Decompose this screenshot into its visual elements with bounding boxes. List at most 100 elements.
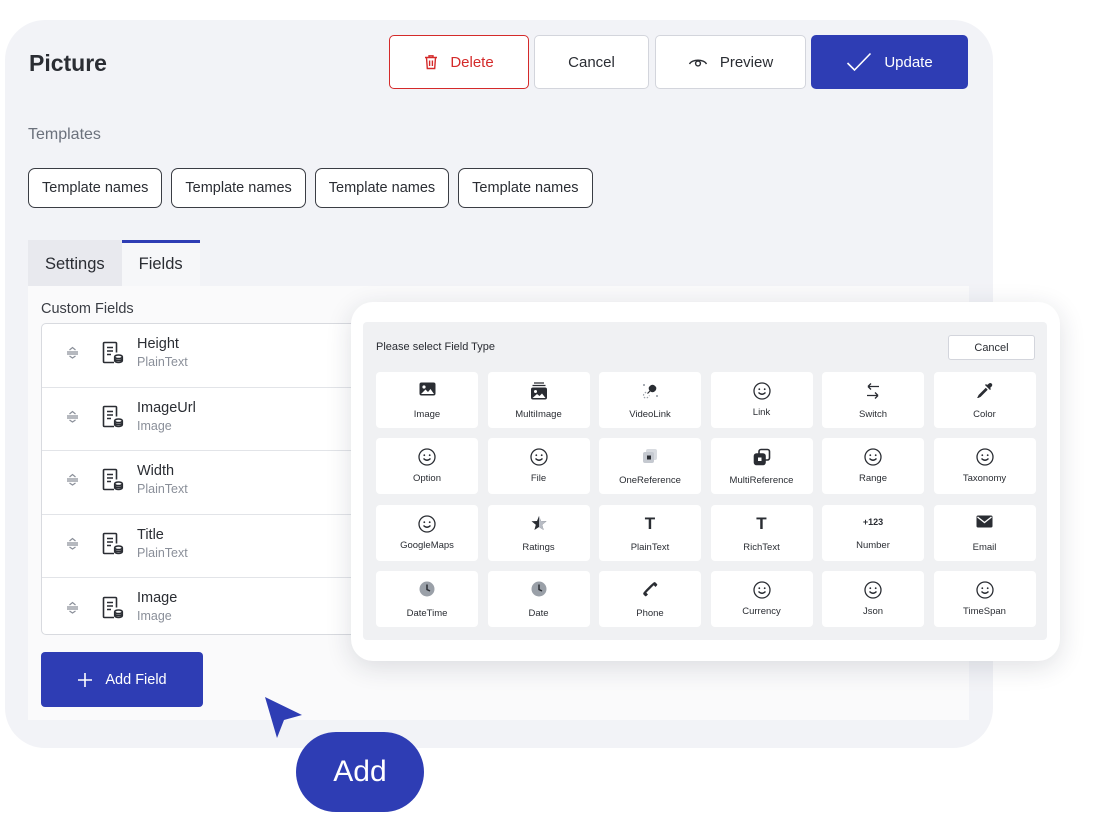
field-type-label: OneReference [619, 475, 681, 486]
field-type-label: Image [413, 409, 441, 420]
field-type-timespan[interactable]: TimeSpan [933, 571, 1036, 627]
smiley-icon [934, 448, 1036, 466]
document-database-icon [100, 404, 124, 433]
add-field-button[interactable]: Add Field [41, 652, 203, 707]
custom-field-list: Height PlainText ImageUrl Image Width PlainTe… [41, 323, 371, 635]
field-row[interactable]: Title PlainText [42, 515, 370, 578]
field-row[interactable]: ImageUrl Image [42, 388, 370, 451]
field-type-richtext[interactable]: T RichText [710, 505, 813, 561]
delete-button[interactable]: Delete [389, 35, 529, 89]
star-icon [488, 515, 590, 531]
templates-label: Templates [28, 126, 101, 143]
field-type: Image [137, 609, 172, 623]
template-chip[interactable]: Template names [171, 168, 306, 208]
field-row[interactable]: Image Image [42, 578, 370, 634]
field-type-label: GoogleMaps [400, 540, 454, 551]
add-callout-badge: Add [296, 732, 424, 812]
field-type-email[interactable]: Email [933, 505, 1036, 561]
dialog-title: Please select Field Type [376, 341, 496, 353]
field-type-date[interactable]: Date [487, 571, 590, 627]
field-type-switch[interactable]: Switch [822, 372, 924, 428]
drag-handle-icon[interactable] [66, 537, 79, 555]
dialog-cancel-button[interactable]: Cancel [948, 335, 1035, 360]
smiley-icon [711, 382, 813, 400]
field-type-taxonomy[interactable]: Taxonomy [933, 438, 1036, 494]
phone-icon [599, 581, 701, 597]
one-reference-icon [599, 448, 701, 464]
page-title: Picture [29, 50, 107, 76]
field-type-label: Number [856, 540, 890, 551]
custom-fields-label: Custom Fields [41, 301, 134, 317]
field-type-onereference[interactable]: OneReference [599, 438, 701, 494]
smiley-icon [376, 448, 478, 466]
field-type-datetime[interactable]: DateTime [376, 571, 478, 627]
multi-reference-icon [711, 448, 813, 466]
clock-icon [488, 581, 590, 597]
field-type-currency[interactable]: Currency [710, 571, 813, 627]
template-chip[interactable]: Template names [458, 168, 593, 208]
field-row[interactable]: Height PlainText [42, 324, 370, 388]
field-type-label: MultiImage [515, 409, 562, 420]
field-type-file[interactable]: File [487, 438, 590, 494]
drag-handle-icon[interactable] [66, 410, 79, 428]
field-type-dialog-body: Please select Field Type Cancel Image Mul… [363, 322, 1047, 640]
envelope-icon [934, 515, 1036, 528]
field-type-color[interactable]: Color [933, 372, 1036, 428]
update-button[interactable]: Update [811, 35, 968, 89]
tab-bar: Settings Fields [28, 240, 200, 286]
field-type-json[interactable]: Json [822, 571, 924, 627]
field-type-label: Link [752, 407, 771, 418]
field-type-label: Currency [742, 606, 781, 617]
preview-button-label: Preview [719, 53, 774, 71]
field-type: PlainText [137, 355, 188, 369]
field-type-plaintext[interactable]: T PlainText [599, 505, 701, 561]
field-name: Width [137, 463, 175, 479]
image-icon [376, 382, 478, 396]
text-t-icon: T [644, 514, 656, 533]
template-chip[interactable]: Template names [314, 168, 450, 208]
field-type-label: Color [973, 409, 996, 420]
field-type-dialog: Please select Field Type Cancel Image Mul… [351, 302, 1060, 661]
tab-settings[interactable]: Settings [28, 240, 122, 286]
template-chips: Template names Template names Template n… [28, 168, 593, 208]
drag-handle-icon[interactable] [66, 473, 79, 491]
field-type-label: File [530, 473, 547, 484]
drag-handle-icon[interactable] [66, 601, 79, 619]
field-type-number[interactable]: +123 Number [822, 505, 924, 561]
template-chip[interactable]: Template names [28, 168, 163, 208]
field-type-label: Email [972, 542, 997, 553]
field-type-label: Json [862, 606, 884, 617]
field-type-image[interactable]: Image [376, 372, 478, 428]
field-type-link[interactable]: Link [710, 372, 813, 428]
field-type-option[interactable]: Option [376, 438, 478, 494]
smiley-icon [822, 581, 924, 599]
field-type-label: Ratings [522, 542, 555, 553]
tab-fields[interactable]: Fields [121, 240, 200, 286]
cancel-button-label: Cancel [568, 53, 615, 71]
field-row[interactable]: Width PlainText [42, 451, 370, 515]
field-type-multiimage[interactable]: MultiImage [487, 372, 590, 428]
smiley-icon [376, 515, 478, 533]
field-type-googlemaps[interactable]: GoogleMaps [376, 505, 478, 561]
dialog-cancel-label: Cancel [974, 341, 1009, 354]
pointer-cursor-icon [265, 697, 302, 738]
field-type-label: Date [528, 608, 549, 619]
field-name: Height [137, 336, 179, 352]
video-link-icon [599, 382, 701, 400]
cancel-button[interactable]: Cancel [534, 35, 649, 89]
field-type-range[interactable]: Range [822, 438, 924, 494]
document-database-icon [100, 595, 124, 624]
drag-handle-icon[interactable] [66, 346, 79, 364]
field-type-phone[interactable]: Phone [599, 571, 701, 627]
field-type-multireference[interactable]: MultiReference [710, 438, 813, 494]
field-type-ratings[interactable]: Ratings [487, 505, 590, 561]
preview-button[interactable]: Preview [655, 35, 806, 89]
field-type-videolink[interactable]: VideoLink [599, 372, 701, 428]
multi-image-icon [488, 382, 590, 400]
document-database-icon [100, 468, 124, 497]
switch-arrows-icon [822, 382, 924, 400]
field-name: Image [137, 590, 178, 606]
field-type: PlainText [137, 545, 188, 560]
text-t-icon: T [756, 514, 767, 533]
checkmark-icon [847, 52, 872, 72]
